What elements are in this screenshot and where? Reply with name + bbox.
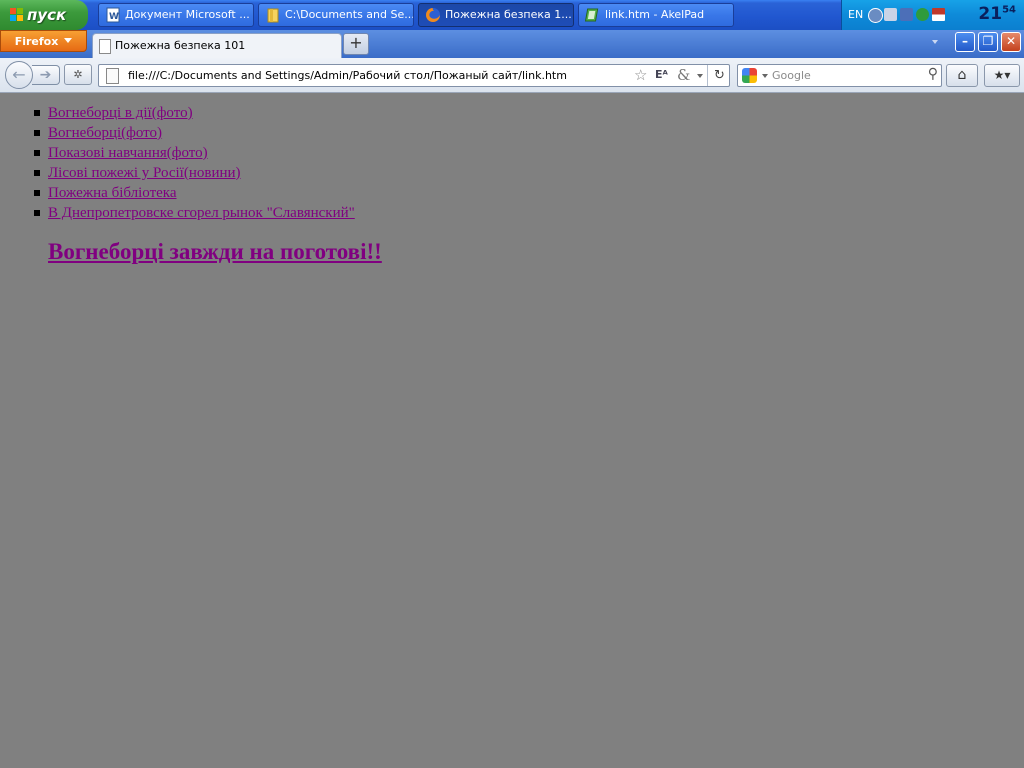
start-button[interactable]: пуск [0, 0, 88, 30]
windows-logo-icon [10, 8, 23, 21]
tab-active[interactable]: Пожежна безпека 101 [92, 33, 342, 58]
list-item: Вогнеборці(фото) [34, 123, 355, 143]
home-icon: ⌂ [957, 67, 967, 83]
system-tray: EN 2154 [841, 0, 1024, 30]
firefox-icon [426, 8, 440, 22]
list-item: Вогнеборці в дії(фото) [34, 103, 355, 123]
taskbar-item-word[interactable]: W Документ Microsoft ... [98, 3, 254, 27]
tab-strip: Firefox Пожежна безпека 101 + – ❐ ✕ [0, 30, 1024, 58]
arrow-left-icon: ← [12, 65, 26, 84]
taskbar-item-akelpad[interactable]: link.htm - AkelPad [578, 3, 734, 27]
home-button[interactable]: ⌂ [946, 64, 978, 87]
google-icon[interactable] [742, 68, 757, 83]
search-bar[interactable]: Google ⚲ [737, 64, 942, 87]
utorrent-icon[interactable] [916, 8, 929, 21]
search-engine-dropdown-icon[interactable] [762, 74, 768, 78]
link-market-fire[interactable]: В Днепропетровске сгорел рынок "Славянск… [48, 205, 355, 221]
page-icon [99, 39, 111, 54]
notepad-icon [585, 8, 599, 22]
clock-hour: 21 [978, 4, 1003, 24]
new-tab-button[interactable]: + [343, 33, 369, 55]
back-arrow-tray-icon[interactable] [868, 8, 883, 23]
network-icon[interactable] [900, 8, 913, 21]
taskbar-item-label: link.htm - AkelPad [605, 8, 705, 21]
bookmark-star-icon[interactable]: ☆ [634, 67, 647, 84]
taskbar-item-explorer[interactable]: C:\Documents and Se... [258, 3, 414, 27]
ampersand-icon[interactable]: & [677, 66, 690, 84]
list-item: Пожежна бібліотека [34, 183, 355, 203]
tab-title: Пожежна безпека 101 [115, 39, 246, 52]
back-button[interactable]: ← [5, 61, 33, 89]
svg-text:W: W [109, 12, 119, 22]
start-label: пуск [27, 6, 67, 24]
arrow-right-icon: ➔ [39, 67, 52, 83]
taskbar-item-label: Пожежна безпека 1... [445, 8, 572, 21]
taskbar-item-label: C:\Documents and Se... [285, 8, 414, 21]
link-demo-training[interactable]: Показові навчання(фото) [48, 145, 208, 161]
minimize-button[interactable]: – [955, 32, 975, 52]
chevron-down-icon [64, 38, 73, 43]
minimize-icon: – [962, 34, 968, 48]
clock[interactable]: 2154 [978, 4, 1016, 24]
forward-button[interactable]: ➔ [32, 65, 60, 85]
link-firefighters-photo[interactable]: Вогнеборці(фото) [48, 125, 162, 141]
bookmarks-menu-button[interactable]: ★▾ [984, 64, 1020, 87]
url-input[interactable]: file:///C:/Documents and Settings/Admin/… [128, 65, 567, 86]
page-heading: Вогнеборці завжди на поготові!! [48, 239, 382, 265]
network-disconnected-icon[interactable] [884, 8, 897, 21]
link-forest-fires-news[interactable]: Лісові пожежі у Росії(новини) [48, 165, 241, 181]
site-identity-icon[interactable] [106, 68, 119, 84]
navigation-toolbar: ➔ ← ✲ file:///C:/Documents and Settings/… [0, 58, 1024, 93]
firefox-menu-label: Firefox [14, 35, 59, 48]
language-indicator[interactable]: EN [848, 8, 863, 21]
back-forward-group: ➔ ← [5, 61, 61, 89]
address-bar[interactable]: file:///C:/Documents and Settings/Admin/… [98, 64, 730, 87]
list-all-tabs-icon[interactable] [932, 40, 938, 44]
taskbar-item-label: Документ Microsoft ... [125, 8, 250, 21]
link-firefighters-in-action[interactable]: Вогнеборці в дії(фото) [48, 105, 193, 121]
firefox-menu-button[interactable]: Firefox [0, 30, 87, 52]
addon-toolbar-button[interactable]: ✲ [64, 64, 92, 85]
restore-button[interactable]: ❐ [978, 32, 998, 52]
folder-icon [267, 8, 279, 23]
translate-icon[interactable]: Eᴬ [655, 68, 668, 81]
clock-minute: 54 [1002, 4, 1016, 16]
addon-icon: ✲ [73, 68, 83, 81]
restore-icon: ❐ [982, 34, 994, 48]
heading-link[interactable]: Вогнеборці завжди на поготові!! [48, 239, 382, 264]
taskbar-item-firefox[interactable]: Пожежна безпека 1... [418, 3, 574, 27]
bookmarks-star-icon: ★▾ [993, 68, 1011, 82]
list-item: Показові навчання(фото) [34, 143, 355, 163]
list-item: В Днепропетровске сгорел рынок "Славянск… [34, 203, 355, 223]
url-history-dropdown-icon[interactable] [697, 74, 703, 78]
flag-icon[interactable] [932, 8, 945, 21]
search-input[interactable]: Google [772, 65, 811, 86]
list-item: Лісові пожежі у Росії(новини) [34, 163, 355, 183]
link-fire-library[interactable]: Пожежна бібліотека [48, 185, 177, 201]
page-content: Вогнеборці в дії(фото) Вогнеборці(фото) … [0, 93, 1024, 768]
reload-button[interactable]: ↻ [707, 65, 731, 86]
plus-icon: + [349, 33, 363, 52]
word-document-icon: W [106, 7, 120, 23]
close-button[interactable]: ✕ [1001, 32, 1021, 52]
taskbar: пуск W Документ Microsoft ... C:\Documen… [0, 0, 1024, 30]
link-list: Вогнеборці в дії(фото) Вогнеборці(фото) … [34, 103, 355, 223]
close-icon: ✕ [1005, 34, 1017, 48]
search-icon[interactable]: ⚲ [928, 66, 938, 82]
reload-icon: ↻ [714, 68, 725, 83]
